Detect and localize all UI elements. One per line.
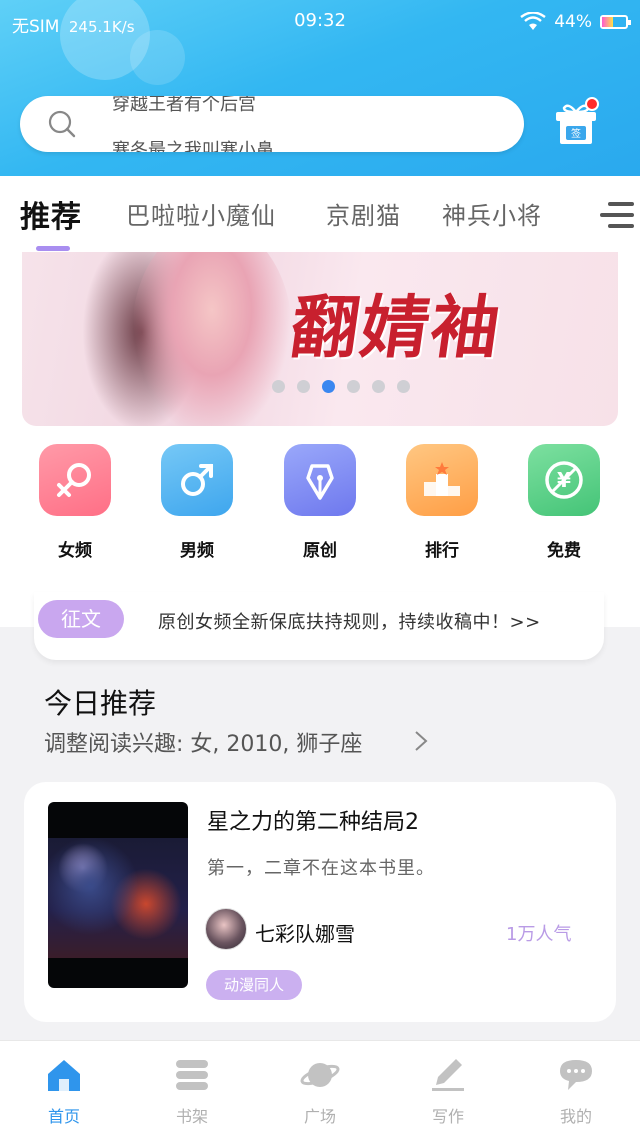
announcement-text: 原创女频全新保底扶持规则，持续收稿中！>> (158, 612, 541, 633)
active-tab-indicator (36, 246, 70, 251)
category-female[interactable]: 女频 (25, 440, 125, 561)
book-description: 第一，二章不在这本书里。 (207, 858, 435, 879)
pen-nib-icon (284, 444, 356, 516)
write-icon (432, 1059, 464, 1091)
nav-mine[interactable]: 我的 (526, 1057, 626, 1127)
book-card[interactable]: 星之力的第二种结局2 第一，二章不在这本书里。 七彩队娜雪 1万人气 动漫同人 (24, 782, 616, 1022)
pagination-dot[interactable] (347, 380, 360, 393)
category-original[interactable]: 原创 (270, 440, 370, 561)
battery-percent: 44% (554, 12, 592, 32)
status-right: 44% (520, 12, 631, 32)
yen-free-icon: ¥ (528, 444, 600, 516)
nav-write[interactable]: 写作 (398, 1057, 498, 1127)
pagination-dot[interactable] (322, 380, 335, 393)
category-tabs: 推荐 巴啦啦小魔仙 京剧猫 神兵小将 明 (0, 176, 640, 252)
svg-text:签: 签 (571, 127, 581, 140)
search-hint-2: 寒冬最之我叫寒小鼻 (112, 140, 274, 152)
tab-recommend[interactable]: 推荐 (20, 192, 82, 236)
category-ranking[interactable]: 排行 (392, 440, 492, 561)
pagination-dot[interactable] (297, 380, 310, 393)
category-label: 免费 (547, 541, 581, 561)
search-bar[interactable]: 穿越王者有个后宫 寒冬最之我叫寒小鼻 (20, 96, 524, 152)
planet-icon (300, 1063, 340, 1087)
author-avatar[interactable] (205, 908, 247, 950)
status-bar: 无SIM 245.1K/s 09:32 44% (0, 8, 640, 38)
category-label: 男频 (180, 541, 214, 561)
menu-icon[interactable] (598, 200, 634, 230)
nav-label: 书架 (175, 1107, 208, 1126)
bottom-navigation: 首页 书架 广场 写作 我的 (0, 1040, 640, 1138)
author-name[interactable]: 七彩队娜雪 (255, 918, 355, 947)
notification-dot (585, 97, 599, 111)
female-icon (39, 444, 111, 516)
genre-tag[interactable]: 动漫同人 (206, 970, 303, 1000)
banner-pagination (272, 380, 410, 393)
home-icon (48, 1060, 80, 1091)
interest-settings-link[interactable]: 调整阅读兴趣: 女, 2010, 狮子座 (44, 726, 362, 758)
category-free[interactable]: ¥ 免费 (514, 440, 614, 561)
pagination-dot[interactable] (372, 380, 385, 393)
pagination-dot[interactable] (272, 380, 285, 393)
banner-title: 翻婧袖 (285, 288, 507, 368)
nav-label: 广场 (303, 1107, 336, 1126)
promo-banner[interactable]: 翻婧袖 (22, 252, 618, 426)
book-title[interactable]: 星之力的第二种结局2 (207, 804, 419, 836)
tab-jingjumao[interactable]: 京剧猫 (326, 196, 401, 231)
announcement-bar[interactable]: 征文 原创女频全新保底扶持规则，持续收稿中！>> (34, 592, 604, 660)
category-label: 女频 (58, 541, 92, 561)
nav-label: 写作 (431, 1107, 464, 1126)
pagination-dot[interactable] (397, 380, 410, 393)
tab-shenbing[interactable]: 神兵小将 (442, 196, 542, 231)
banner-figure (132, 252, 292, 426)
battery-icon (600, 15, 631, 29)
popularity-count: 1万人气 (506, 924, 572, 945)
nav-label: 我的 (559, 1107, 592, 1126)
search-hint-1: 穿越王者有个后宫 (112, 96, 256, 115)
svg-text:¥: ¥ (557, 468, 571, 492)
podium-icon (406, 444, 478, 516)
bookshelf-icon (176, 1060, 208, 1090)
category-label: 原创 (303, 541, 337, 561)
wifi-icon (520, 12, 546, 30)
search-icon (48, 110, 76, 138)
male-icon (161, 444, 233, 516)
nav-bookshelf[interactable]: 书架 (142, 1057, 242, 1127)
book-cover[interactable] (48, 802, 188, 988)
section-title: 今日推荐 (44, 687, 157, 720)
nav-plaza[interactable]: 广场 (270, 1057, 370, 1127)
category-label: 排行 (425, 541, 459, 561)
tab-balala[interactable]: 巴啦啦小魔仙 (126, 196, 276, 231)
nav-label: 首页 (47, 1107, 80, 1126)
category-male[interactable]: 男频 (147, 440, 247, 561)
contest-tag: 征文 (38, 600, 124, 638)
decor-bubble (130, 30, 185, 85)
app-header: 无SIM 245.1K/s 09:32 44% 穿越王者有个后宫 寒冬最之我叫寒… (0, 0, 640, 176)
chevron-right-icon[interactable] (413, 730, 429, 752)
chat-profile-icon (560, 1060, 592, 1090)
cover-artwork (48, 838, 188, 958)
nav-home[interactable]: 首页 (14, 1057, 114, 1127)
category-shortcuts: 女频 男频 原创 排行 ¥ 免费 (0, 440, 640, 570)
